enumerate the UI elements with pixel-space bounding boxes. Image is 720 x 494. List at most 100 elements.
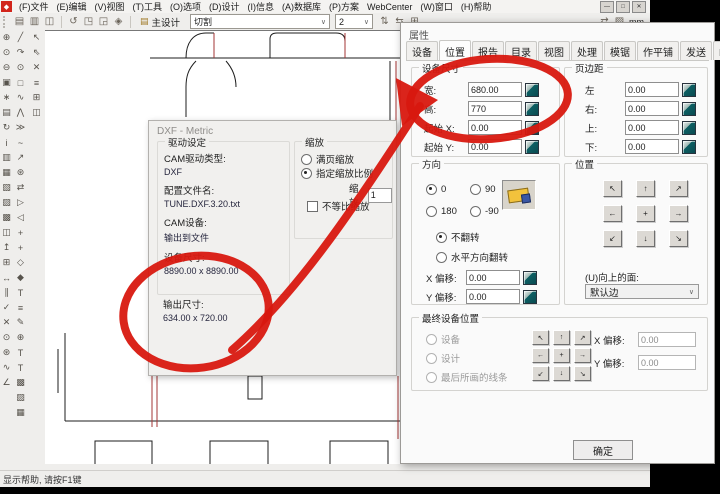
right-margin-field[interactable]: 0.00 xyxy=(625,101,679,116)
lineweight-combo[interactable]: 2 ∨ xyxy=(335,14,373,29)
x-offset-field[interactable]: 0.00 xyxy=(466,270,520,285)
save-icon[interactable]: ◫ xyxy=(42,15,57,29)
delete-icon[interactable]: ✕ xyxy=(28,60,45,75)
diamond-icon[interactable]: ◇ xyxy=(13,255,28,270)
final-top-right-button[interactable]: ↗ xyxy=(574,330,591,345)
start-y-field[interactable]: 0.00 xyxy=(468,139,522,154)
restore-button[interactable]: □ xyxy=(616,1,630,13)
rectangle-icon[interactable]: □ xyxy=(13,75,28,90)
ok-button[interactable]: 确定 xyxy=(573,440,633,460)
tab-device[interactable]: 设备 xyxy=(406,41,438,60)
tab-processing[interactable]: 处理 xyxy=(571,41,603,60)
menu-item[interactable]: (D)设计 xyxy=(205,0,244,13)
tab-position[interactable]: 位置 xyxy=(439,40,471,60)
menu-item[interactable]: WebCenter xyxy=(363,2,416,12)
scale-factor-field[interactable]: 1 xyxy=(368,188,392,203)
field-modifier-icon[interactable] xyxy=(682,83,696,97)
field-modifier-icon[interactable] xyxy=(525,140,539,154)
position-bottom-button[interactable]: ↓ xyxy=(636,230,655,247)
table-icon[interactable]: ▦ xyxy=(13,405,28,420)
height-field[interactable]: 770 xyxy=(468,101,522,116)
menu-item[interactable]: (T)工具 xyxy=(129,0,167,13)
field-modifier-icon[interactable] xyxy=(682,121,696,135)
position-top-left-button[interactable]: ↖ xyxy=(603,180,622,197)
specify-scale-radio[interactable]: 指定缩放比例 xyxy=(301,166,373,180)
start-x-field[interactable]: 0.00 xyxy=(468,120,522,135)
position-top-right-button[interactable]: ↗ xyxy=(669,180,688,197)
final-top-left-button[interactable]: ↖ xyxy=(532,330,549,345)
menu-item[interactable]: (O)选项 xyxy=(166,0,205,13)
offset-icon[interactable]: ≫ xyxy=(13,120,28,135)
target-icon[interactable]: ⊙ xyxy=(0,330,13,345)
minimize-button[interactable]: — xyxy=(600,1,614,13)
menu-item[interactable]: (V)视图 xyxy=(91,0,129,13)
position-bottom-right-button[interactable]: ↘ xyxy=(669,230,688,247)
final-top-button[interactable]: ↑ xyxy=(553,330,570,345)
tab-pdf-options[interactable]: PDF 选项 xyxy=(713,41,720,60)
nonuniform-scale-checkbox[interactable]: 不等比缩放 xyxy=(307,199,370,213)
scale-to-fit-radio[interactable]: 满页缩放 xyxy=(301,152,354,166)
image-icon[interactable]: ▨ xyxy=(13,390,28,405)
final-bottom-button[interactable]: ↓ xyxy=(553,366,570,381)
zoom-out-icon[interactable]: ⊖ xyxy=(0,60,13,75)
mirror-icon[interactable]: ◁ xyxy=(13,210,28,225)
check-icon[interactable]: ✓ xyxy=(0,300,13,315)
top-margin-field[interactable]: 0.00 xyxy=(625,120,679,135)
main-design-button[interactable]: ▤ 主设计 xyxy=(135,14,185,30)
tab-tiling[interactable]: 作平铺 xyxy=(637,41,679,60)
position-top-button[interactable]: ↑ xyxy=(636,180,655,197)
final-left-button[interactable]: ← xyxy=(532,348,549,363)
grow-icon[interactable]: ⊛ xyxy=(13,165,28,180)
plot-style-combo[interactable]: 切割 ∨ xyxy=(190,14,330,29)
export-icon[interactable]: ◲ xyxy=(96,15,111,29)
zoom-window-icon[interactable]: ▣ xyxy=(0,75,13,90)
field-modifier-icon[interactable] xyxy=(682,102,696,116)
no-flip-radio[interactable]: 不翻转 xyxy=(436,230,480,244)
wave-icon[interactable]: ~ xyxy=(13,135,28,150)
text-box-icon[interactable]: T xyxy=(13,345,28,360)
select-icon[interactable]: ↖ xyxy=(28,30,45,45)
zoom-in-icon[interactable]: ⊕ xyxy=(0,30,13,45)
flip-horizontal-radio[interactable]: 水平方向翻转 xyxy=(436,250,508,264)
revert-icon[interactable]: ↺ xyxy=(66,15,81,29)
tab-view[interactable]: 视图 xyxy=(538,41,570,60)
view-options-icon[interactable]: ▤ xyxy=(0,105,13,120)
fill-icon[interactable]: ▩ xyxy=(13,375,28,390)
vector-icon[interactable]: ↗ xyxy=(13,150,28,165)
field-modifier-icon[interactable] xyxy=(525,83,539,97)
folder-new-icon[interactable]: ⊞ xyxy=(0,255,13,270)
left-margin-field[interactable]: 0.00 xyxy=(625,82,679,97)
import-icon[interactable]: ◳ xyxy=(81,15,96,29)
field-modifier-icon[interactable] xyxy=(525,102,539,116)
position-bottom-left-button[interactable]: ↙ xyxy=(603,230,622,247)
field-modifier-icon[interactable] xyxy=(523,290,537,304)
rotate-icon[interactable]: ▷ xyxy=(13,195,28,210)
menu-item[interactable]: (W)窗口 xyxy=(416,0,457,13)
menu-item[interactable]: (A)数据库 xyxy=(278,0,325,13)
tab-diesaw[interactable]: 模锯 xyxy=(604,41,636,60)
field-modifier-icon[interactable] xyxy=(682,140,696,154)
open-icon[interactable]: ▤ xyxy=(12,15,27,29)
line-icon[interactable]: ╱ xyxy=(13,30,28,45)
copy-icon[interactable]: ⊞ xyxy=(28,90,45,105)
zoom-page-icon[interactable]: ⊙ xyxy=(0,45,13,60)
small-text-icon[interactable]: T xyxy=(13,360,28,375)
menu-item[interactable]: (F)文件 xyxy=(15,0,53,13)
info-icon[interactable]: i xyxy=(0,135,13,150)
pen-icon[interactable]: ✎ xyxy=(13,315,28,330)
bottom-margin-field[interactable]: 0.00 xyxy=(625,139,679,154)
text-icon[interactable]: T xyxy=(13,285,28,300)
counter-output-icon[interactable]: ▧ xyxy=(0,180,13,195)
final-bottom-left-button[interactable]: ↙ xyxy=(532,366,549,381)
position-center-button[interactable]: + xyxy=(636,205,655,222)
measure-icon[interactable]: ↔ xyxy=(0,270,13,285)
paragraph-icon[interactable]: ≡ xyxy=(13,300,28,315)
arc-icon[interactable]: ↷ xyxy=(13,45,28,60)
move-icon[interactable]: ⇄ xyxy=(13,180,28,195)
menu-item[interactable]: (I)信息 xyxy=(244,0,279,13)
layers-icon[interactable]: ≡ xyxy=(28,75,45,90)
cross-icon[interactable]: ✕ xyxy=(0,315,13,330)
tab-send[interactable]: 发送 xyxy=(680,41,712,60)
final-center-button[interactable]: + xyxy=(553,348,570,363)
rays-icon[interactable]: ⊛ xyxy=(0,345,13,360)
